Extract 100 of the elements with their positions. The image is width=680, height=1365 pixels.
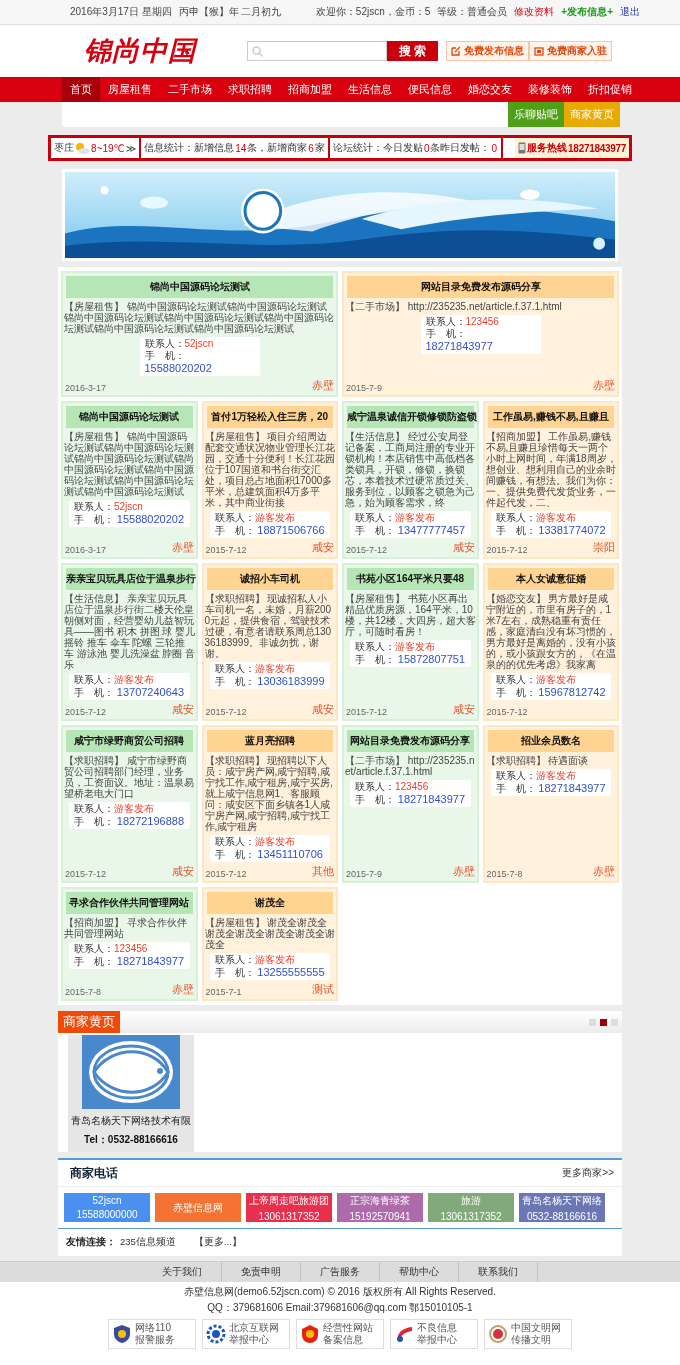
nav-tab[interactable]: 求职招聘: [220, 77, 280, 102]
listing-text: 【招商加盟】 寻求合作伙伴共同管理网站: [64, 917, 188, 939]
listing-title[interactable]: 网站目录免费发布源码分享: [347, 276, 614, 298]
trust-badge[interactable]: 中国文明网 传播文明: [484, 1319, 572, 1349]
stat-value: 0: [423, 142, 430, 154]
phone-number: 13707240643: [116, 686, 185, 698]
contact-name: 123456: [465, 316, 499, 327]
listing-text: 【房屋租售】 书苑小区再出精品优质房源，164平米，10楼，共12楼，大四房，超大客厅，可随时看房！: [345, 593, 477, 637]
links-label: 友情连接：: [66, 1236, 116, 1249]
listing-area: 咸安: [452, 540, 475, 555]
listing-title[interactable]: 锦尚中国源码论坛测试: [66, 276, 333, 298]
phone-label: 手 机：: [74, 514, 114, 525]
contact-name: 游客发布: [535, 512, 576, 523]
phone-number: 13451110706: [257, 848, 323, 860]
contact-label: 联系人：: [74, 803, 114, 814]
contact-name: 游客发布: [114, 674, 154, 685]
phone-number: 15967812742: [538, 686, 606, 698]
more-arrow[interactable]: ≫: [125, 142, 137, 154]
listing-date: 2015-7-9: [346, 869, 383, 879]
listing-title[interactable]: 书苑小区164平米只要48: [347, 568, 474, 590]
lunar-date-text: 丙申【猴】年 二月初九: [178, 5, 282, 19]
phone-number: 15872807751: [397, 653, 466, 665]
site-logo[interactable]: 锦尚中国: [84, 33, 196, 69]
nav-tab[interactable]: 折扣促销: [580, 77, 640, 102]
contact-name: 52jscn: [184, 338, 214, 349]
search-field[interactable]: [246, 41, 387, 61]
contact-label: 联系人：: [74, 943, 114, 954]
contact-name: 123456: [395, 781, 429, 792]
emblem-icon: [488, 1324, 508, 1344]
nav-tab[interactable]: 二手市场: [160, 77, 220, 102]
nav-tab[interactable]: 房屋租售: [100, 77, 160, 102]
trust-badge[interactable]: 不良信息 举报中心: [390, 1319, 478, 1349]
nav-tab[interactable]: 装修装饰: [520, 77, 580, 102]
listing-title[interactable]: 谢茂全: [206, 892, 333, 914]
listing-date: 2015-7-9: [346, 383, 383, 393]
search-button[interactable]: 搜 索: [386, 41, 438, 61]
contact-label: 联系人：: [214, 512, 255, 523]
listing-date: 2015-7-12: [65, 707, 107, 717]
company-card[interactable]: 青岛名杨天下网络技术有限 Tel：0532-88166616: [68, 1035, 194, 1152]
listing-text: 【婚恋交友】 男方最好是咸宁附近的，市里有房子的，1米7左右，成熟稳重有责任感，家庭清白没有坏习惯的，男方最好是离婚的，没有小孩的，或小孩跟女方的，《在温泉的的优先考虑》我家离: [485, 593, 617, 670]
stat-label: 昨日发帖：: [440, 141, 491, 155]
listing-title[interactable]: 蓝月亮招聘: [206, 730, 333, 752]
listing-title[interactable]: 招业余员数名: [487, 730, 614, 752]
stat-unit: 条，: [247, 141, 268, 155]
nav-tab[interactable]: 便民信息: [400, 77, 460, 102]
listing-area: 咸安: [312, 540, 334, 555]
trust-badge[interactable]: 网络110 报警服务: [108, 1319, 196, 1349]
listing-title[interactable]: 本人女诚意征婚: [487, 568, 614, 590]
phone-number: 15588020202: [116, 513, 185, 525]
listing-title[interactable]: 诚招小车司机: [206, 568, 333, 590]
listing-title[interactable]: 网站目录免费发布源码分享: [347, 730, 474, 752]
listing-text: 【招商加盟】 工作虽易,赚钱不易,且赚且珍惜每天一两个小时上网时间，年满18周岁，想创业、想利用自己的业余时间赚钱，有想法。我们为你：一、提供免费代发货业务，一件起代发，二、: [485, 431, 617, 508]
merchant-tile[interactable]: 青岛名杨天下网络 0532-88166616: [519, 1193, 605, 1222]
top-link[interactable]: 退出: [620, 5, 640, 19]
listing-area: 咸安: [312, 702, 334, 717]
stat-value: 6: [307, 142, 315, 154]
stat-label: 新增商家: [267, 141, 308, 155]
contact-name: 游客发布: [114, 803, 154, 814]
top-link[interactable]: 修改资料: [514, 5, 555, 19]
listing-title[interactable]: 寻求合作伙伴共同管理网站: [66, 892, 193, 914]
listing-date: 2015-7-12: [346, 545, 388, 555]
trust-badge[interactable]: 北京互联网 举报中心: [202, 1319, 290, 1349]
trust-badge[interactable]: 经营性网站 备案信息: [296, 1319, 384, 1349]
phone-number: 18271843977: [538, 782, 606, 794]
more-link[interactable]: 更多商家>>: [562, 1166, 614, 1180]
more-link[interactable]: 【更多...】: [193, 1236, 242, 1249]
listing-title[interactable]: 首付1万轻松入住三房，20: [206, 406, 333, 428]
friend-link[interactable]: 235信息频道: [120, 1236, 176, 1249]
header-action-button[interactable]: 免费发布信息: [446, 41, 529, 61]
listing-date: 2015-7-12: [205, 707, 247, 717]
header-action-button[interactable]: 免费商家入驻: [529, 41, 612, 61]
phone-icon: [518, 142, 527, 154]
seal-icon: [300, 1324, 320, 1344]
contact-label: 联系人：: [214, 954, 255, 965]
listing-title[interactable]: 咸宁市绿野商贸公司招聘: [66, 730, 193, 752]
merchant-tile[interactable]: 上帝周走吧旅游团 13061317352: [246, 1193, 332, 1222]
nav-tab[interactable]: 招商加盟: [280, 77, 340, 102]
date-text: 2016年3月17日 星期四: [70, 5, 172, 19]
listing-date: 2015-7-12: [346, 707, 388, 717]
listing-title[interactable]: 锦尚中国源码论坛测试: [66, 406, 193, 428]
phone-label: 手 机：: [495, 783, 536, 794]
contact-label: 联系人：: [214, 836, 255, 847]
company-name: 青岛名杨天下网络技术有限: [71, 1114, 191, 1128]
temperature-text: 8~19℃: [90, 142, 126, 154]
phone-label: 手 机：: [425, 328, 466, 339]
listing-title[interactable]: 工作虽易,赚钱不易,且赚且: [487, 406, 614, 428]
listing-date: 2015-7-12: [486, 545, 528, 555]
section-title: 商家电话: [70, 1164, 118, 1182]
top-link[interactable]: +发布信息+: [561, 5, 613, 19]
search-icon: [251, 45, 263, 57]
listing-area: 咸安: [452, 702, 475, 717]
swoosh-icon: [394, 1324, 414, 1344]
nav-tab[interactable]: 婚恋交友: [460, 77, 520, 102]
listing-text: 【二手市场】 http://235235.net/article.f.37.1.html: [345, 755, 476, 777]
phone-number: 18871506766: [257, 524, 325, 536]
nav-tab[interactable]: 首页: [62, 77, 100, 102]
merchant-tile[interactable]: 正宗海青绿茶 15192570941: [337, 1193, 423, 1222]
nav-tab[interactable]: 生活信息: [340, 77, 400, 102]
contact-name: 游客发布: [535, 770, 576, 781]
phone-number: 13036183999: [257, 675, 325, 687]
